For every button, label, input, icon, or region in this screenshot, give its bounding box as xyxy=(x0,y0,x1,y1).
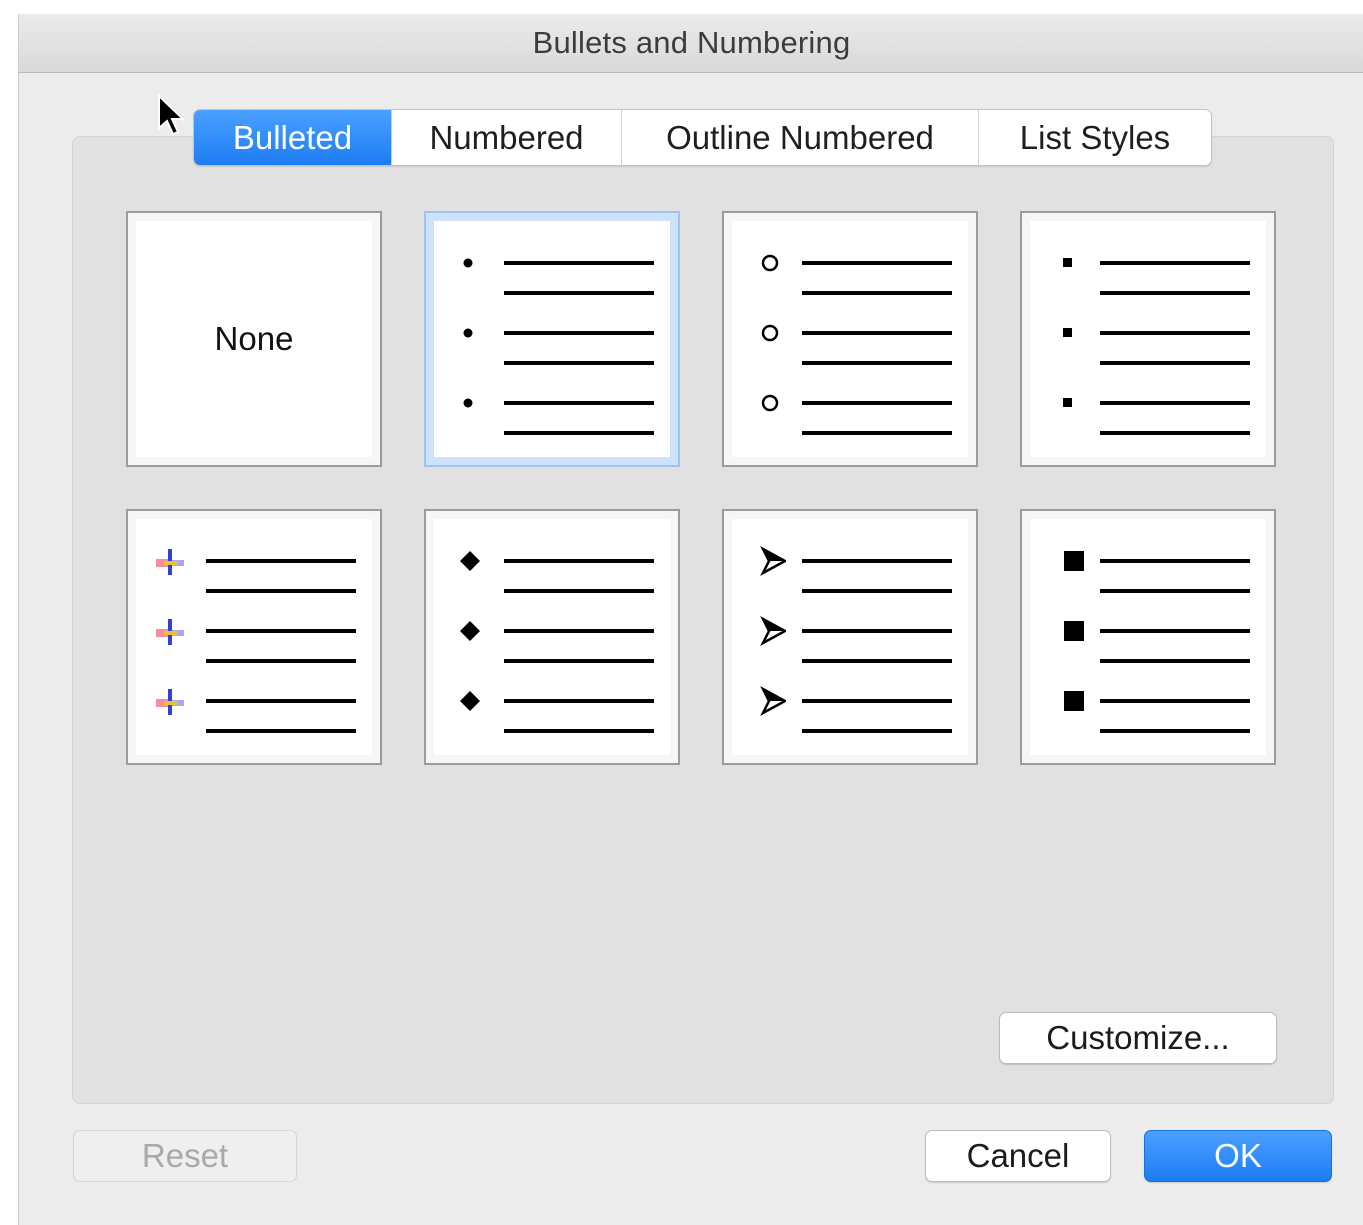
customize-button[interactable]: Customize... xyxy=(999,1012,1277,1064)
color-cross-icon xyxy=(150,611,190,651)
four-diamond-icon xyxy=(448,681,488,721)
large-square-icon xyxy=(1044,541,1084,581)
title-bar[interactable]: Bullets and Numbering xyxy=(19,14,1363,73)
bullet-style-dot[interactable] xyxy=(424,211,680,467)
four-diamond-icon xyxy=(448,611,488,651)
color-cross-icon xyxy=(150,541,190,581)
small-square-icon xyxy=(1044,243,1084,283)
bullet-style-none[interactable]: None xyxy=(126,211,382,467)
color-cross-icon xyxy=(150,681,190,721)
four-diamond-icon xyxy=(448,541,488,581)
bullet-style-large-square[interactable] xyxy=(1020,509,1276,765)
small-dot-icon xyxy=(448,313,488,353)
tab-numbered[interactable]: Numbered xyxy=(392,110,622,165)
ok-button[interactable]: OK xyxy=(1144,1130,1332,1182)
dialog-title: Bullets and Numbering xyxy=(532,25,851,60)
bullet-style-circle[interactable] xyxy=(722,211,978,467)
reset-button[interactable]: Reset xyxy=(73,1130,297,1182)
bullet-style-four-diamond[interactable] xyxy=(424,509,680,765)
arrowhead-icon xyxy=(746,541,786,581)
large-square-icon xyxy=(1044,611,1084,651)
hollow-circle-icon xyxy=(746,383,786,423)
small-square-icon xyxy=(1044,313,1084,353)
mouse-cursor-icon xyxy=(158,94,186,136)
tab-bar: Bulleted Numbered Outline Numbered List … xyxy=(193,109,1212,166)
bullet-style-arrowhead[interactable] xyxy=(722,509,978,765)
tab-outline-numbered[interactable]: Outline Numbered xyxy=(622,110,979,165)
tab-bulleted[interactable]: Bulleted xyxy=(194,110,392,165)
arrowhead-icon xyxy=(746,611,786,651)
bullet-style-color-cross[interactable] xyxy=(126,509,382,765)
bullets-numbering-dialog: Bullets and Numbering Bulleted Numbered … xyxy=(18,14,1363,1225)
none-label: None xyxy=(214,320,294,357)
large-square-icon xyxy=(1044,681,1084,721)
bullet-style-small-square[interactable] xyxy=(1020,211,1276,467)
hollow-circle-icon xyxy=(746,243,786,283)
arrowhead-icon xyxy=(746,681,786,721)
tab-list-styles[interactable]: List Styles xyxy=(979,110,1211,165)
hollow-circle-icon xyxy=(746,313,786,353)
small-dot-icon xyxy=(448,383,488,423)
small-dot-icon xyxy=(448,243,488,283)
cancel-button[interactable]: Cancel xyxy=(925,1130,1111,1182)
small-square-icon xyxy=(1044,383,1084,423)
